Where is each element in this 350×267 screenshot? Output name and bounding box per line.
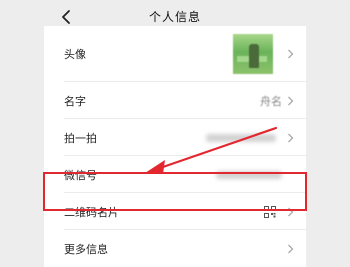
chevron-right-icon xyxy=(287,49,294,59)
row-more-info[interactable]: 更多信息 xyxy=(44,230,306,267)
page-title: 个人信息 xyxy=(148,10,201,24)
name-value: 舟名 xyxy=(260,94,282,108)
row-qr-card-label: 二维码名片 xyxy=(64,205,119,219)
chevron-right-icon xyxy=(287,133,294,143)
row-wechat-id[interactable]: 微信号 xyxy=(44,156,306,193)
wechat-id-value-blurred xyxy=(216,170,282,179)
row-name-label: 名字 xyxy=(64,94,86,108)
qr-code-icon xyxy=(264,205,276,218)
row-name[interactable]: 名字 舟名 xyxy=(44,82,306,119)
avatar xyxy=(233,34,273,74)
row-pat-label: 拍一拍 xyxy=(64,131,97,145)
row-pat[interactable]: 拍一拍 xyxy=(44,119,306,156)
row-qr-card[interactable]: 二维码名片 xyxy=(44,193,306,230)
chevron-right-icon xyxy=(287,207,294,217)
profile-settings-list: 头像 名字 舟名 拍一拍 微信号 二维码名片 更多信息 xyxy=(44,26,306,267)
chevron-right-icon xyxy=(287,96,294,106)
row-more-info-label: 更多信息 xyxy=(64,242,108,256)
row-avatar-label: 头像 xyxy=(64,48,86,61)
chevron-right-icon xyxy=(287,244,294,254)
row-wechat-id-label: 微信号 xyxy=(64,168,97,182)
row-avatar[interactable]: 头像 xyxy=(44,26,306,82)
pat-value-blurred xyxy=(206,133,276,142)
